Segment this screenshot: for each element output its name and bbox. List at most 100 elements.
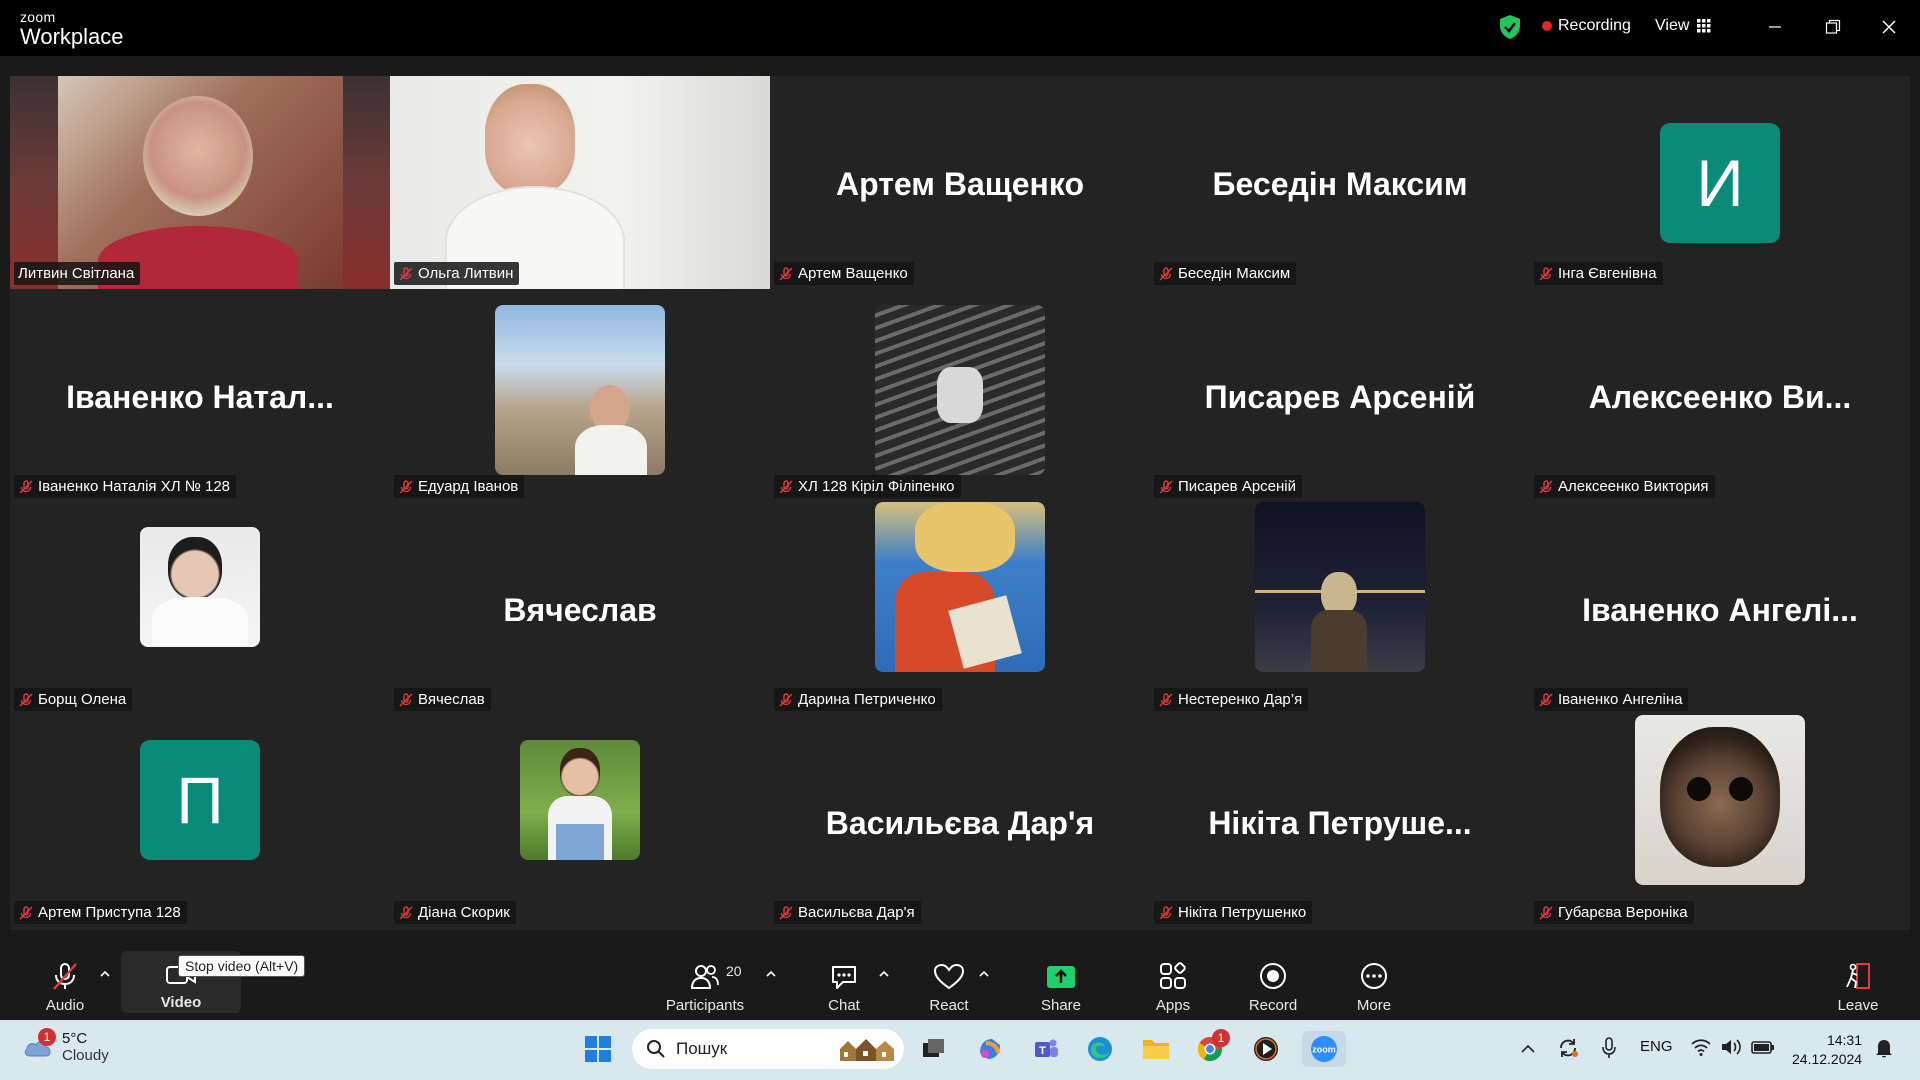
muted-mic-icon (1539, 266, 1553, 281)
audio-options-chevron-up-icon[interactable] (98, 967, 112, 981)
teams-icon[interactable]: T (1028, 1031, 1064, 1067)
sync-icon[interactable] (1556, 1036, 1580, 1060)
participant-name-tag: Писарев Арсеній (1154, 475, 1303, 498)
muted-mic-icon (1539, 905, 1553, 920)
participant-display-name: Алексеенко Ви... (1588, 379, 1852, 415)
shield-icon[interactable] (1498, 14, 1522, 40)
participant-name: Едуард Іванов (418, 478, 519, 495)
participant-tile[interactable]: П Артем Приступа 128 (10, 715, 390, 928)
participant-tile[interactable]: Артем Ващенко Артем Ващенко (770, 76, 1150, 289)
participant-name: ХЛ 128 Кіріл Філіпенко (798, 478, 955, 495)
participant-tile[interactable]: Губарєва Вероніка (1530, 715, 1910, 928)
edge-browser-icon[interactable] (1082, 1031, 1118, 1067)
participant-tile[interactable]: Литвин Світлана (10, 76, 390, 289)
participant-tile[interactable]: Нікіта Петруше... Нікіта Петрушенко (1150, 715, 1530, 928)
participant-tile[interactable]: Вячеслав Вячеслав (390, 502, 770, 715)
participant-tile[interactable]: Іваненко Ангелі... Іваненко Ангеліна (1530, 502, 1910, 715)
view-button[interactable]: View (1655, 17, 1711, 35)
participant-tile[interactable]: Нестеренко Дар’я (1150, 502, 1530, 715)
muted-mic-icon (1159, 692, 1173, 707)
video-tooltip: Stop video (Alt+V) (178, 955, 306, 977)
muted-mic-icon (1539, 692, 1553, 707)
copilot-icon[interactable] (972, 1031, 1008, 1067)
participant-name-tag: Іваненко Ангеліна (1534, 688, 1689, 711)
audio-label: Audio (45, 997, 85, 1014)
participant-name-tag: Артем Приступа 128 (14, 901, 187, 924)
volume-icon[interactable] (1720, 1037, 1742, 1057)
more-label: More (1356, 997, 1392, 1014)
audio-button[interactable]: Audio (40, 945, 90, 1020)
close-button[interactable] (1874, 12, 1904, 42)
participant-photo (1255, 502, 1425, 672)
participants-count: 20 (726, 963, 742, 979)
weather-widget[interactable]: 5°C Cloudy (22, 1030, 109, 1064)
participant-name-tag: Васильєва Дар'я (774, 901, 921, 924)
participant-photo (140, 527, 260, 647)
react-button[interactable]: React (926, 945, 972, 1020)
notification-bell-icon[interactable] (1874, 1037, 1894, 1059)
minimize-button[interactable] (1760, 12, 1790, 42)
heart-icon (933, 963, 965, 990)
participant-display-name: Писарев Арсеній (1204, 379, 1476, 415)
participant-tile[interactable]: Писарев Арсеній Писарев Арсеній (1150, 289, 1530, 502)
zoom-app-icon[interactable]: zoom (1302, 1031, 1346, 1067)
brand-big: Workplace (20, 24, 124, 49)
battery-icon[interactable] (1750, 1037, 1776, 1057)
leave-button[interactable]: Leave (1836, 945, 1880, 1020)
participant-display-name: Вячеслав (503, 592, 657, 628)
participant-name: Артем Ващенко (798, 265, 908, 282)
chevron-up-icon[interactable] (1520, 1042, 1536, 1056)
title-bar: zoom Workplace Recording View (0, 0, 1920, 56)
task-view-icon[interactable] (916, 1031, 952, 1067)
participant-name: Нестеренко Дар’я (1178, 691, 1303, 708)
muted-mic-icon (779, 905, 793, 920)
participant-name: Борщ Олена (38, 691, 127, 708)
participant-tile[interactable]: ХЛ 128 Кіріл Філіпенко (770, 289, 1150, 502)
participant-display-name: Нікіта Петруше... (1208, 805, 1472, 841)
more-button[interactable]: More (1354, 945, 1394, 1020)
participant-tile[interactable]: Іваненко Натал... Іваненко Наталія ХЛ № … (10, 289, 390, 502)
apps-button[interactable]: Apps (1150, 945, 1196, 1020)
recording-label: Recording (1558, 17, 1631, 34)
taskbar-search-input[interactable]: Пошук (632, 1029, 904, 1069)
record-button[interactable]: Record (1244, 945, 1302, 1020)
participant-tile[interactable]: Діана Скорик (390, 715, 770, 928)
participant-display-name: Артем Ващенко (835, 166, 1084, 202)
keyboard-language[interactable]: ENG (1640, 1038, 1673, 1055)
react-options-chevron-up-icon[interactable] (977, 967, 991, 981)
participant-tile[interactable]: Алексеенко Ви... Алексеенко Виктория (1530, 289, 1910, 502)
recording-indicator[interactable]: Recording (1542, 17, 1631, 35)
file-explorer-icon[interactable] (1138, 1031, 1174, 1067)
wifi-icon[interactable] (1690, 1037, 1712, 1057)
share-button[interactable]: Share (1036, 945, 1086, 1020)
participants-button[interactable]: Participants (664, 945, 746, 1020)
clock-date: 24.12.2024 (1792, 1051, 1863, 1067)
chat-bubble-icon (832, 966, 856, 989)
windows-start-icon[interactable] (580, 1031, 616, 1067)
participant-tile[interactable]: И Інга Євгенівна (1530, 76, 1910, 289)
participant-tile[interactable]: Едуард Іванов (390, 289, 770, 502)
chrome-notification-badge: 1 (1212, 1029, 1230, 1047)
participant-tile[interactable]: Беседін Максим Беседін Максим (1150, 76, 1530, 289)
restore-button[interactable] (1818, 12, 1848, 42)
participant-tile[interactable]: Борщ Олена (10, 502, 390, 715)
participant-name-tag: Іваненко Наталія ХЛ № 128 (14, 475, 237, 498)
system-clock[interactable]: 14:31 24.12.2024 (1792, 1031, 1862, 1069)
media-player-icon[interactable] (1248, 1031, 1284, 1067)
participant-tile[interactable]: Ольга Литвин (390, 76, 770, 289)
participant-name-tag: Губарєва Вероніка (1534, 901, 1694, 924)
chat-button[interactable]: Chat (820, 945, 868, 1020)
participant-tile[interactable]: Васильєва Дар'я Васильєва Дар'я (770, 715, 1150, 928)
participant-name-tag: Інга Євгенівна (1534, 262, 1663, 285)
muted-mic-icon (399, 692, 413, 707)
participant-name: Іваненко Ангеліна (1558, 691, 1683, 708)
chat-options-chevron-up-icon[interactable] (877, 967, 891, 981)
participant-name-tag: Нестеренко Дар’я (1154, 688, 1309, 711)
participant-photo (495, 305, 665, 475)
participants-options-chevron-up-icon[interactable] (764, 967, 778, 981)
microphone-icon[interactable] (1600, 1036, 1618, 1060)
participant-tile[interactable]: Дарина Петриченко (770, 502, 1150, 715)
clock-time: 14:31 (1826, 1032, 1862, 1048)
react-label: React (929, 997, 969, 1014)
participant-name: Ольга Литвин (418, 265, 514, 282)
